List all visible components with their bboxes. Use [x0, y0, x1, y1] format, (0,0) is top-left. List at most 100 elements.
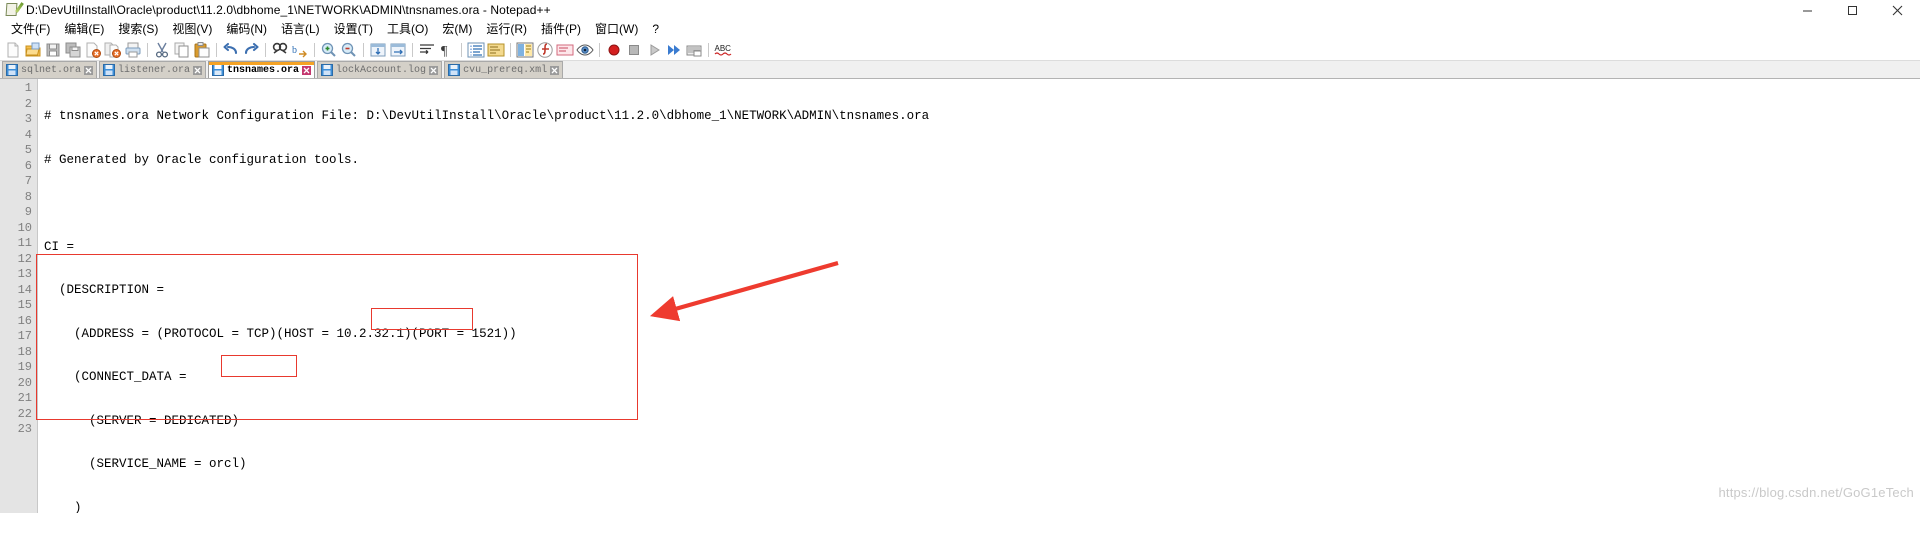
sync-vertical-icon[interactable]: [369, 41, 387, 59]
tab-close-icon[interactable]: [429, 65, 439, 75]
menu-item-run[interactable]: 运行(R): [479, 21, 534, 39]
new-file-icon[interactable]: [4, 41, 22, 59]
menu-item-plugins[interactable]: 插件(P): [534, 21, 588, 39]
replace-icon[interactable]: b: [291, 41, 309, 59]
editor-area[interactable]: 1 2 3 4 5 6 7 8 9 10 11 12 13 14 15 16 1…: [0, 79, 1920, 513]
sync-horizontal-icon[interactable]: [389, 41, 407, 59]
code-line: CI =: [44, 239, 75, 254]
tab-close-icon[interactable]: [302, 65, 312, 75]
close-file-icon[interactable]: [84, 41, 102, 59]
show-all-chars-icon[interactable]: ¶: [438, 41, 456, 59]
save-all-icon[interactable]: [64, 41, 82, 59]
menu-item-file[interactable]: 文件(F): [4, 21, 57, 39]
menu-item-encoding[interactable]: 编码(N): [219, 21, 274, 39]
cut-icon[interactable]: [153, 41, 171, 59]
paste-icon[interactable]: [193, 41, 211, 59]
toolbar-separator: [708, 42, 709, 57]
word-wrap-icon[interactable]: [418, 41, 436, 59]
tab-label: tnsnames.ora: [227, 64, 300, 76]
spell-check-icon[interactable]: ABC: [714, 41, 732, 59]
toolbar-separator: [461, 42, 462, 57]
line-number: 16: [17, 313, 32, 328]
undo-icon[interactable]: [222, 41, 240, 59]
saved-file-icon: [212, 64, 225, 76]
maximize-button[interactable]: [1830, 0, 1875, 20]
line-number: 22: [17, 406, 32, 421]
record-macro-icon[interactable]: [605, 41, 623, 59]
line-number: 19: [17, 360, 32, 374]
line-number: 6: [24, 158, 32, 173]
user-language-icon[interactable]: [487, 41, 505, 59]
document-tab-bar: sqlnet.ora listener.ora tnsnames.ora loc…: [0, 61, 1920, 79]
tab-listener-ora[interactable]: listener.ora: [99, 61, 207, 78]
toolbar: b ¶ ABC: [0, 39, 1920, 61]
menu-item-settings[interactable]: 设置(T): [327, 21, 380, 39]
stop-macro-icon[interactable]: [625, 41, 643, 59]
tab-label: lockAccount.log: [336, 64, 427, 76]
toolbar-separator: [363, 42, 364, 57]
tab-sqlnet-ora[interactable]: sqlnet.ora: [2, 61, 98, 78]
tab-close-icon[interactable]: [84, 65, 94, 75]
window-title: D:\DevUtilInstall\Oracle\product\11.2.0\…: [26, 3, 551, 17]
title-bar: D:\DevUtilInstall\Oracle\product\11.2.0\…: [0, 0, 1920, 20]
line-number: 1: [24, 81, 32, 95]
zoom-in-icon[interactable]: [320, 41, 338, 59]
function-list-icon[interactable]: [536, 41, 554, 59]
folder-workspace-icon[interactable]: [556, 41, 574, 59]
menu-item-view[interactable]: 视图(V): [165, 21, 219, 39]
saved-file-icon: [448, 64, 461, 76]
line-number: 3: [24, 112, 32, 126]
zoom-out-icon[interactable]: [340, 41, 358, 59]
toolbar-separator: [510, 42, 511, 57]
line-number: 9: [24, 205, 32, 219]
line-number: 4: [24, 127, 32, 142]
menu-bar: 文件(F) 编辑(E) 搜索(S) 视图(V) 编码(N) 语言(L) 设置(T…: [0, 20, 1920, 39]
print-icon[interactable]: [124, 41, 142, 59]
menu-item-window[interactable]: 窗口(W): [588, 21, 645, 39]
watermark-text: https://blog.csdn.net/GoG1eTech: [1718, 485, 1914, 500]
tab-close-icon[interactable]: [193, 65, 203, 75]
tab-label: listener.ora: [118, 64, 191, 76]
close-button[interactable]: [1875, 0, 1920, 20]
save-macro-icon[interactable]: [685, 41, 703, 59]
menu-item-help[interactable]: ?: [645, 21, 666, 39]
tab-close-icon[interactable]: [550, 65, 560, 75]
toolbar-separator: [412, 42, 413, 57]
redo-icon[interactable]: [242, 41, 260, 59]
find-icon[interactable]: [271, 41, 289, 59]
line-number: 20: [17, 375, 32, 390]
line-number: 11: [17, 236, 32, 250]
tab-lockaccount-log[interactable]: lockAccount.log: [317, 61, 443, 78]
tab-tnsnames-ora[interactable]: tnsnames.ora: [208, 61, 316, 78]
open-file-icon[interactable]: [24, 41, 42, 59]
line-number-gutter: 1 2 3 4 5 6 7 8 9 10 11 12 13 14 15 16 1…: [0, 79, 38, 513]
menu-item-macro[interactable]: 宏(M): [435, 21, 479, 39]
run-macro-multiple-icon[interactable]: [665, 41, 683, 59]
line-number: 12: [17, 251, 32, 266]
preview-icon[interactable]: [576, 41, 594, 59]
menu-item-language[interactable]: 语言(L): [274, 21, 327, 39]
menu-item-edit[interactable]: 编辑(E): [57, 21, 111, 39]
line-number: 2: [24, 96, 32, 111]
menu-item-tools[interactable]: 工具(O): [380, 21, 435, 39]
svg-text:¶: ¶: [441, 44, 448, 59]
document-map-icon[interactable]: [516, 41, 534, 59]
line-number: 5: [24, 143, 32, 157]
tab-cvu-prereq-xml[interactable]: cvu_prereq.xml: [444, 61, 564, 78]
code-text[interactable]: # tnsnames.ora Network Configuration Fil…: [38, 79, 1920, 513]
saved-file-icon: [6, 64, 18, 76]
indent-guide-icon[interactable]: [467, 41, 485, 59]
minimize-button[interactable]: [1785, 0, 1830, 20]
menu-item-search[interactable]: 搜索(S): [111, 21, 165, 39]
line-number: 21: [17, 391, 32, 405]
save-icon[interactable]: [44, 41, 62, 59]
line-number: 13: [17, 267, 32, 281]
window-controls: [1785, 0, 1920, 20]
play-macro-icon[interactable]: [645, 41, 663, 59]
copy-icon[interactable]: [173, 41, 191, 59]
code-line: (CONNECT_DATA =: [44, 370, 187, 384]
code-line: (SERVICE_NAME = orcl): [44, 457, 247, 471]
code-line: (DESCRIPTION =: [44, 283, 165, 297]
close-all-icon[interactable]: [104, 41, 122, 59]
